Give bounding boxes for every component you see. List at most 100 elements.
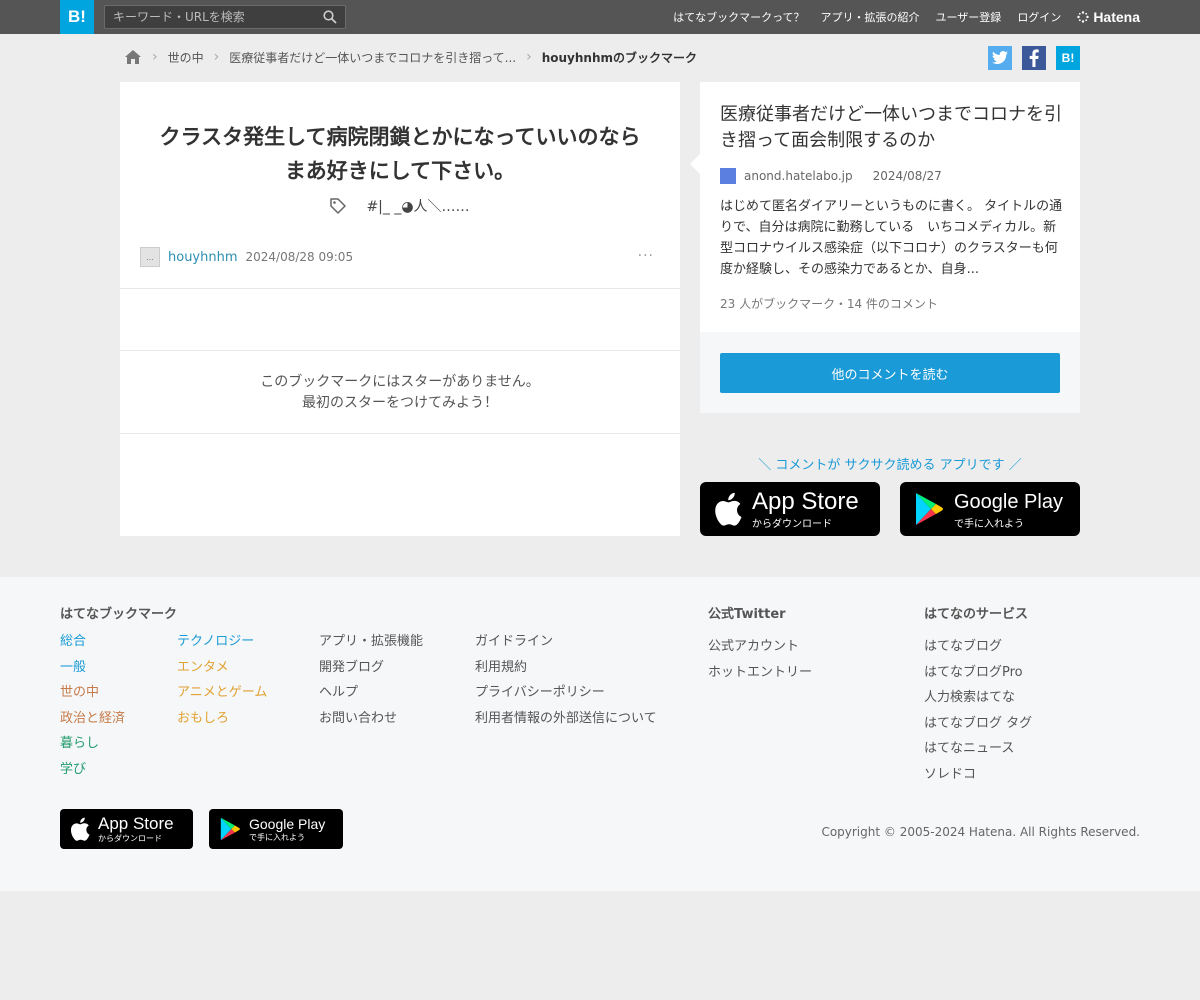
footer-link[interactable]: 利用規約 [475, 655, 657, 681]
footer: はてなブックマーク 総合 一般 世の中 政治と経済 暮らし 学び テクノロジー エンタメ アニ… [0, 577, 1200, 891]
footer-col-twitter: 公式Twitter 公式アカウント ホットエントリー [708, 603, 812, 685]
google-play-sublabel: で手に入れよう [954, 518, 1024, 530]
entry-card: 医療従事者だけど一体いつまでコロナを引き摺って面会制限するのか anond.ha… [690, 82, 1080, 413]
footer-link[interactable]: はてなニュース [924, 736, 1032, 762]
footer-link[interactable]: アプリ・拡張機能 [319, 629, 423, 655]
breadcrumb: › 世の中 › 医療従事者だけど一体いつまでコロナを引き摺って... › hou… [124, 46, 697, 68]
footer-link[interactable]: はてなブログ [924, 634, 1032, 660]
app-store-badge[interactable]: App Store からダウンロード [700, 482, 880, 536]
entry-date: 2024/08/27 [872, 169, 942, 183]
tag-row: #|_ _◕人＼…… [120, 196, 680, 216]
site-favicon-icon [720, 168, 736, 184]
footer-link[interactable]: はてなブログ タグ [924, 711, 1032, 737]
footer-link[interactable]: ヘルプ [319, 680, 423, 706]
footer-link[interactable]: ガイドライン [475, 629, 657, 655]
google-play-text: Google Play で手に入れよう [249, 816, 325, 843]
footer-category-link[interactable]: 一般 [60, 655, 125, 681]
divider [120, 350, 680, 351]
footer-category-link[interactable]: アニメとゲーム [177, 680, 267, 706]
hatena-share-icon[interactable]: B! [1056, 46, 1080, 70]
footer-categories-b: テクノロジー エンタメ アニメとゲーム おもしろ [177, 629, 267, 731]
bookmark-card: クラスタ発生して病院閉鎖とかになっていいのならまあ好きにして下さい。 ... h… [120, 82, 680, 536]
entry-footer: 他のコメントを読む [700, 332, 1080, 413]
footer-categories-a: 総合 一般 世の中 政治と経済 暮らし 学び [60, 629, 125, 782]
footer-bookmark-title: はてなブックマーク [60, 607, 178, 622]
no-stars-message: このブックマークにはスターがありません。 最初のスターをつけてみよう！ [120, 372, 680, 414]
footer-link[interactable]: 人力検索はてな [924, 685, 1032, 711]
chevron-right-icon: › [152, 49, 158, 65]
bookmark-date[interactable]: 2024/08/28 09:05 [246, 250, 354, 264]
entry-description: はじめて匿名ダイアリーというものに書く。 タイトルの通りで、自分は病院に勤務して… [720, 199, 1063, 277]
nav-login[interactable]: ログイン [1017, 9, 1061, 25]
footer-link[interactable]: はてなブログPro [924, 660, 1032, 686]
google-play-badge[interactable]: Google Play で手に入れよう [900, 482, 1080, 536]
nav-apps[interactable]: アプリ・拡張の紹介 [821, 9, 920, 25]
chevron-right-icon: › [526, 49, 532, 65]
apple-icon [715, 492, 742, 526]
app-store-text: App Store からダウンロード [98, 813, 174, 844]
home-icon[interactable] [124, 49, 142, 65]
tag-link[interactable]: #|_ _◕人＼…… [366, 196, 469, 216]
entry-meta: anond.hatelabo.jp 2024/08/27 [720, 168, 942, 184]
avatar[interactable]: ... [140, 247, 160, 267]
footer-link[interactable]: お問い合わせ [319, 706, 423, 732]
footer-category-link[interactable]: テクノロジー [177, 629, 267, 655]
app-promo-text: ＼ コメントが サクサク読める アプリです ／ [758, 458, 1022, 473]
entry-counts[interactable]: 23 人がブックマーク・14 件のコメント [720, 295, 938, 312]
footer-category-link[interactable]: 学び [60, 757, 125, 783]
breadcrumb-category[interactable]: 世の中 [168, 49, 204, 66]
search-box [104, 5, 346, 29]
app-store-label: App Store [98, 813, 174, 833]
footer-category-link[interactable]: 世の中 [60, 680, 125, 706]
breadcrumb-current: houyhnhmのブックマーク [541, 50, 697, 65]
footer-category-link[interactable]: エンタメ [177, 655, 267, 681]
google-play-text: Google Play で手に入れよう [954, 489, 1063, 530]
footer-link[interactable]: プライバシーポリシー [475, 680, 657, 706]
footer-link[interactable]: 利用者情報の外部送信について [475, 706, 657, 732]
footer-category-link[interactable]: 総合 [60, 629, 125, 655]
no-stars-line1: このブックマークにはスターがありません。 [260, 374, 540, 390]
read-comments-button[interactable]: 他のコメントを読む [720, 353, 1060, 393]
username-link[interactable]: houyhnhm [168, 250, 238, 265]
nav-about[interactable]: はてなブックマークって？ [673, 9, 804, 25]
footer-services-title: はてなのサービス [924, 607, 1029, 622]
no-stars-line2: 最初のスターをつけてみよう！ [302, 395, 498, 411]
footer-app-store-badge[interactable]: App Store からダウンロード [60, 809, 193, 849]
google-play-label: Google Play [954, 490, 1063, 513]
footer-link[interactable]: ソレドコ [924, 762, 1032, 788]
top-nav: はてなブックマークって？ アプリ・拡張の紹介 ユーザー登録 ログイン Haten… [673, 0, 1140, 34]
footer-link[interactable]: 公式アカウント [708, 634, 812, 660]
entry-domain[interactable]: anond.hatelabo.jp [744, 169, 853, 183]
twitter-share-icon[interactable] [988, 46, 1012, 70]
search-input[interactable] [105, 6, 315, 28]
footer-link[interactable]: 開発ブログ [319, 655, 423, 681]
google-play-icon [916, 493, 943, 525]
footer-google-play-badge[interactable]: Google Play で手に入れよう [209, 809, 343, 849]
chevron-right-icon: › [213, 49, 220, 65]
facebook-share-icon[interactable] [1022, 46, 1046, 70]
hatena-logo[interactable]: Hatena [1077, 9, 1140, 25]
footer-links-c: アプリ・拡張機能 開発ブログ ヘルプ お問い合わせ [319, 629, 423, 731]
footer-category-link[interactable]: 政治と経済 [60, 706, 125, 732]
bookmark-user-row: ... houyhnhm 2024/08/28 09:05 [140, 246, 353, 268]
hatena-dots-icon [1077, 11, 1090, 23]
divider [120, 433, 680, 434]
top-bar: B! はてなブックマークって？ アプリ・拡張の紹介 ユーザー登録 ログイン Ha… [0, 0, 1200, 34]
footer-category-link[interactable]: おもしろ [177, 706, 267, 732]
app-store-text: App Store からダウンロード [752, 487, 859, 530]
footer-link[interactable]: ホットエントリー [708, 660, 812, 686]
breadcrumb-entry[interactable]: 医療従事者だけど一体いつまでコロナを引き摺って... [229, 49, 516, 66]
bookmark-comment: クラスタ発生して病院閉鎖とかになっていいのならまあ好きにして下さい。 [159, 125, 641, 183]
nav-register[interactable]: ユーザー登録 [936, 9, 1002, 25]
app-store-label: App Store [752, 487, 859, 515]
apple-icon [70, 817, 90, 841]
hatena-brand-text: Hatena [1093, 9, 1140, 25]
divider [120, 288, 680, 289]
footer-category-link[interactable]: 暮らし [60, 731, 125, 757]
share-buttons: B! [988, 46, 1080, 70]
search-icon[interactable] [323, 10, 337, 24]
more-options-icon[interactable]: ··· [638, 248, 654, 264]
footer-twitter-title: 公式Twitter [708, 607, 786, 622]
hatena-bookmark-logo[interactable]: B! [60, 0, 94, 34]
entry-title[interactable]: 医療従事者だけど一体いつまでコロナを引き摺って面会制限するのか [720, 102, 1065, 154]
